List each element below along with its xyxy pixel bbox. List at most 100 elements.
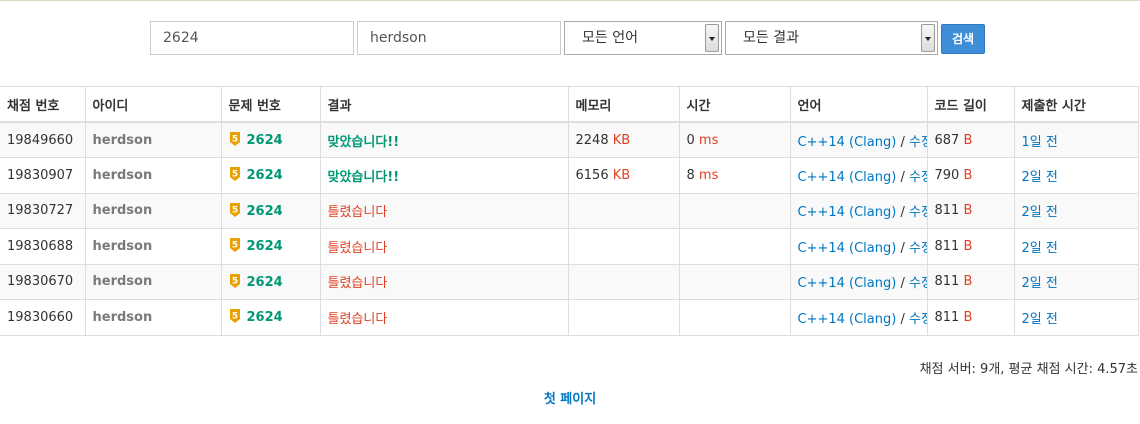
- judge-server-info: 채점 서버: 9개, 평균 채점 시간: 4.57초: [919, 362, 1138, 377]
- time-cell: [678, 228, 791, 265]
- language-cell: C++14 (Clang) / 수정: [789, 192, 928, 229]
- result-cell: 틀렸습니다: [319, 228, 569, 265]
- problem-cell: 5 2624: [220, 228, 321, 265]
- header-language: 언어: [789, 86, 928, 123]
- submitted-time-link[interactable]: 2일 전: [1022, 312, 1058, 327]
- status-search-form: 모든 언어 모든 결과 검색: [0, 21, 1140, 55]
- code-length-cell: 687 B: [926, 121, 1015, 158]
- submitted-time-link[interactable]: 2일 전: [1022, 170, 1058, 185]
- result-text: 맞았습니다!!: [327, 134, 400, 150]
- language-link[interactable]: C++14 (Clang): [798, 276, 897, 291]
- code-length-cell: 811 B: [926, 228, 1015, 265]
- table-row: 19830907 herdson 5 2624 맞았습니다!! 6156 KB 8 ms C+…: [0, 157, 1139, 194]
- tier-badge-label: 5: [231, 276, 237, 286]
- tier-badge-icon: 5: [229, 167, 240, 182]
- first-page-link[interactable]: 첫 페이지: [0, 388, 1140, 407]
- header-user: 아이디: [84, 86, 222, 123]
- tier-badge-label: 5: [231, 241, 237, 251]
- code-length-unit: B: [963, 309, 973, 325]
- edit-link[interactable]: 수정: [909, 170, 926, 185]
- submitted-time-link[interactable]: 2일 전: [1022, 276, 1058, 291]
- edit-link[interactable]: 수정: [909, 276, 926, 291]
- memory-cell: 6156 KB: [567, 157, 680, 194]
- result-text: 맞았습니다!!: [327, 169, 400, 185]
- submitted-time-cell: 1일 전: [1013, 121, 1139, 158]
- user-link[interactable]: herdson: [93, 310, 153, 325]
- submitted-time-link[interactable]: 2일 전: [1022, 241, 1058, 256]
- problem-link[interactable]: 2624: [247, 239, 283, 254]
- memory-unit: KB: [612, 132, 631, 148]
- header-problem: 문제 번호: [220, 86, 321, 123]
- memory-cell: [567, 263, 680, 300]
- result-select-value: 모든 결과: [743, 30, 799, 46]
- result-select[interactable]: 모든 결과: [725, 21, 938, 55]
- table-row: 19849660 herdson 5 2624 맞았습니다!! 2248 KB 0 ms C+…: [0, 121, 1139, 158]
- tier-badge-icon: 5: [229, 132, 240, 146]
- user-cell: herdson: [84, 121, 222, 158]
- result-cell: 틀렸습니다: [319, 299, 569, 336]
- result-cell: 맞았습니다!!: [319, 121, 569, 158]
- problem-link[interactable]: 2624: [247, 168, 283, 183]
- problem-link[interactable]: 2624: [247, 133, 283, 148]
- user-link[interactable]: herdson: [93, 274, 153, 289]
- submitted-time-link[interactable]: 1일 전: [1022, 135, 1058, 150]
- result-cell: 틀렸습니다: [319, 192, 569, 229]
- code-length-unit: B: [963, 132, 973, 148]
- problem-link[interactable]: 2624: [247, 310, 283, 325]
- user-cell: herdson: [84, 228, 222, 265]
- search-button[interactable]: 검색: [941, 24, 985, 54]
- table-row: 19830688 herdson 5 2624 틀렸습니다 C++14 (Clang) …: [0, 228, 1139, 265]
- language-cell: C++14 (Clang) / 수정: [789, 157, 928, 194]
- code-length-value: 687: [934, 132, 960, 148]
- header-submission-id: 채점 번호: [0, 86, 86, 123]
- language-link[interactable]: C++14 (Clang): [798, 241, 897, 256]
- language-separator: /: [896, 311, 909, 327]
- table-row: 19830670 herdson 5 2624 틀렸습니다 C++14 (Clang) …: [0, 263, 1139, 300]
- code-length-unit: B: [963, 203, 973, 219]
- language-link[interactable]: C++14 (Clang): [798, 205, 897, 220]
- time-value: 8: [686, 167, 695, 183]
- user-link[interactable]: herdson: [93, 168, 153, 183]
- user-id-input[interactable]: [357, 21, 561, 55]
- tier-badge-label: 5: [231, 135, 237, 145]
- problem-cell: 5 2624: [220, 263, 321, 300]
- submitted-time-link[interactable]: 2일 전: [1022, 205, 1058, 220]
- user-cell: herdson: [84, 263, 222, 300]
- language-cell: C++14 (Clang) / 수정: [789, 121, 928, 158]
- problem-cell: 5 2624: [220, 121, 321, 158]
- language-cell: C++14 (Clang) / 수정: [789, 263, 928, 300]
- header-result: 결과: [319, 86, 569, 123]
- language-link[interactable]: C++14 (Clang): [798, 312, 897, 327]
- table-row: 19830660 herdson 5 2624 틀렸습니다 C++14 (Clang) …: [0, 299, 1139, 336]
- time-unit: ms: [698, 132, 719, 148]
- table-row: 19830727 herdson 5 2624 틀렸습니다 C++14 (Clang) …: [0, 192, 1139, 229]
- code-length-unit: B: [963, 167, 973, 183]
- user-cell: herdson: [84, 157, 222, 194]
- user-link[interactable]: herdson: [93, 203, 153, 218]
- edit-link[interactable]: 수정: [909, 241, 926, 256]
- user-link[interactable]: herdson: [93, 239, 153, 254]
- submitted-time-cell: 2일 전: [1013, 299, 1139, 336]
- tier-badge-icon: 5: [229, 202, 240, 217]
- result-text: 틀렸습니다: [327, 276, 388, 292]
- problem-link[interactable]: 2624: [247, 204, 283, 219]
- edit-link[interactable]: 수정: [909, 205, 926, 220]
- memory-cell: [567, 192, 680, 229]
- status-table: 채점 번호 아이디 문제 번호 결과 메모리 시간 언어 코드 길이 제출한 시…: [0, 86, 1139, 336]
- language-link[interactable]: C++14 (Clang): [798, 170, 897, 185]
- problem-link[interactable]: 2624: [247, 275, 283, 290]
- language-select[interactable]: 모든 언어: [564, 21, 722, 55]
- time-cell: 0 ms: [678, 121, 791, 158]
- edit-link[interactable]: 수정: [909, 135, 926, 150]
- submission-id: 19830688: [0, 228, 86, 265]
- problem-id-input[interactable]: [150, 21, 354, 55]
- edit-link[interactable]: 수정: [909, 312, 926, 327]
- user-link[interactable]: herdson: [93, 133, 153, 148]
- language-separator: /: [896, 169, 909, 185]
- language-separator: /: [896, 276, 909, 292]
- submission-id: 19830727: [0, 192, 86, 229]
- result-text: 틀렸습니다: [327, 240, 388, 256]
- language-link[interactable]: C++14 (Clang): [798, 135, 897, 150]
- header-submitted-time: 제출한 시간: [1013, 86, 1139, 123]
- time-value: 0: [686, 132, 695, 148]
